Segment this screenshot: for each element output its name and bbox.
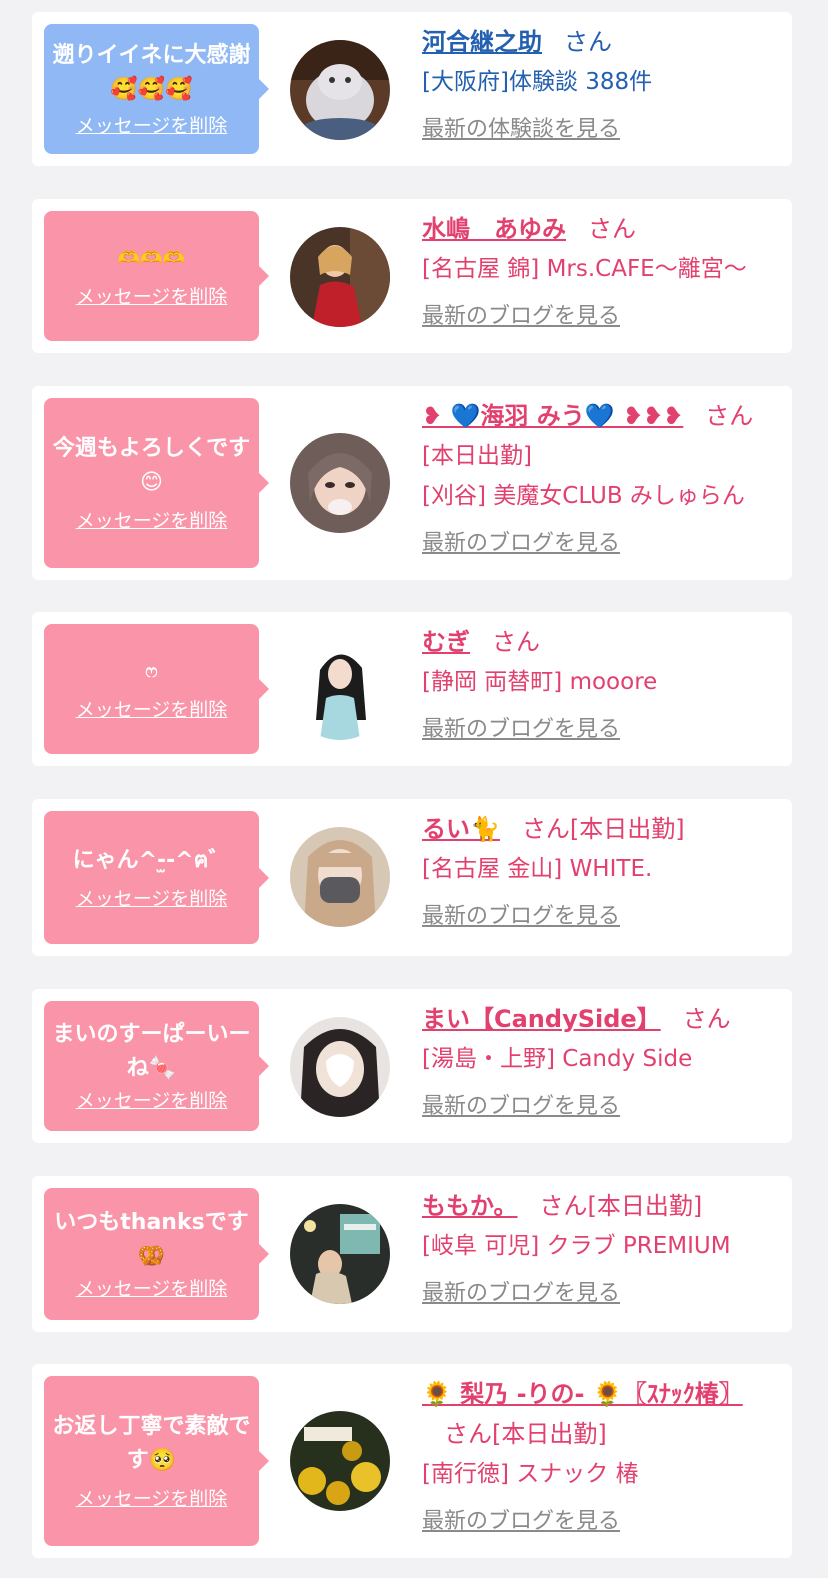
message-text: まいのすーぱーいーね🍬 <box>52 1022 251 1081</box>
message-text: 遡りイイネに大感謝🥰🥰🥰 <box>52 43 251 102</box>
user-detail: [名古屋 金山] WHITE. <box>422 856 653 882</box>
user-info: 🌻 梨乃 -りの- 🌻〖ｽﾅｯｸ椿〗さん[本日出勤] [南行徳] スナック 椿 … <box>422 1374 782 1542</box>
message-text: にゃん^-̫-^ฅ゛ <box>72 847 231 873</box>
user-name-link[interactable]: るい🐈 <box>422 815 500 843</box>
honorific: さん <box>682 1005 731 1033</box>
message-bubble: ෆ メッセージを削除 <box>44 624 269 754</box>
message-text: お返し丁寧で素敵です🥺 <box>52 1414 251 1473</box>
user-name-link[interactable]: 🌻 梨乃 -りの- 🌻〖ｽﾅｯｸ椿〗 <box>422 1380 743 1408</box>
avatar-image <box>290 40 390 140</box>
avatar-image <box>290 1411 390 1511</box>
delete-message-link[interactable]: メッセージを削除 <box>76 697 228 723</box>
user-name-link[interactable]: ❥ 💙海羽 みう💙 ❥❥❥ <box>422 402 683 430</box>
latest-link[interactable]: 最新のブログを見る <box>422 1502 782 1542</box>
user-detail: [静岡 両替町] mooore <box>422 669 658 695</box>
user-detail: [岐阜 可児] クラブ PREMIUM <box>422 1233 731 1259</box>
user-name-link[interactable]: ももか。 <box>422 1192 518 1220</box>
avatar-image <box>290 433 390 533</box>
avatar[interactable] <box>290 640 390 740</box>
message-bubble: 遡りイイネに大感謝🥰🥰🥰 メッセージを削除 <box>44 24 269 154</box>
message-card: いつもthanksです🥨 メッセージを削除 ももか。 さん[本日出勤] [岐阜 可… <box>32 1176 792 1332</box>
user-detail: [大阪府]体験談 388件 <box>422 69 653 95</box>
avatar[interactable] <box>290 1017 390 1117</box>
user-detail: [湯島・上野] Candy Side <box>422 1046 693 1072</box>
message-card: 今週もよろしくです😊 メッセージを削除 ❥ 💙海羽 みう💙 ❥❥❥ さん [本日出… <box>32 386 792 580</box>
honorific: さん[本日出勤] <box>444 1420 607 1448</box>
delete-message-link[interactable]: メッセージを削除 <box>76 113 228 139</box>
user-detail: [刈谷] 美魔女CLUB みしゅらん <box>422 483 745 509</box>
user-name-link[interactable]: 河合継之助 <box>422 28 542 56</box>
honorific: さん[本日出勤] <box>539 1192 703 1220</box>
avatar-image <box>290 1204 390 1304</box>
delete-message-link[interactable]: メッセージを削除 <box>76 284 228 310</box>
message-bubble: お返し丁寧で素敵です🥺 メッセージを削除 <box>44 1376 269 1546</box>
message-text: いつもthanksです🥨 <box>54 1210 249 1269</box>
delete-message-link[interactable]: メッセージを削除 <box>76 886 228 912</box>
avatar-image <box>290 1017 390 1117</box>
message-bubble: まいのすーぱーいーね🍬 メッセージを削除 <box>44 1001 269 1131</box>
avatar[interactable] <box>290 1204 390 1304</box>
honorific: さん <box>588 215 636 243</box>
delete-message-link[interactable]: メッセージを削除 <box>76 1276 228 1302</box>
user-info: ももか。 さん[本日出勤] [岐阜 可児] クラブ PREMIUM 最新のブログを… <box>422 1186 782 1314</box>
latest-link[interactable]: 最新の体験談を見る <box>422 110 782 150</box>
user-info: るい🐈 さん[本日出勤] [名古屋 金山] WHITE. 最新のブログを見る <box>422 809 782 937</box>
message-bubble: にゃん^-̫-^ฅ゛ メッセージを削除 <box>44 811 269 944</box>
latest-link[interactable]: 最新のブログを見る <box>422 524 782 564</box>
latest-link[interactable]: 最新のブログを見る <box>422 1087 782 1127</box>
user-info: むぎ さん [静岡 両替町] mooore 最新のブログを見る <box>422 622 782 750</box>
avatar[interactable] <box>290 227 390 327</box>
user-info: 河合継之助 さん [大阪府]体験談 388件 最新の体験談を見る <box>422 22 782 150</box>
message-bubble: いつもthanksです🥨 メッセージを削除 <box>44 1188 269 1320</box>
latest-link[interactable]: 最新のブログを見る <box>422 1274 782 1314</box>
message-text: 今週もよろしくです😊 <box>52 436 251 495</box>
message-card: 🫶🫶🫶 メッセージを削除 水嶋 あゆみ さん [名古屋 錦] Mrs.CAFE〜離… <box>32 199 792 353</box>
user-name-link[interactable]: 水嶋 あゆみ <box>422 215 566 243</box>
message-text: ෆ <box>145 661 158 682</box>
avatar-image <box>290 640 390 740</box>
latest-link[interactable]: 最新のブログを見る <box>422 897 782 937</box>
latest-link[interactable]: 最新のブログを見る <box>422 297 782 337</box>
message-card: ෆ メッセージを削除 むぎ さん [静岡 両替町] mooore 最新のブログを見… <box>32 612 792 766</box>
avatar-image <box>290 227 390 327</box>
avatar[interactable] <box>290 40 390 140</box>
honorific: さん[本日出勤] <box>521 815 685 843</box>
honorific: さん <box>492 628 540 656</box>
message-bubble: 🫶🫶🫶 メッセージを削除 <box>44 211 269 341</box>
user-info: ❥ 💙海羽 みう💙 ❥❥❥ さん [本日出勤] [刈谷] 美魔女CLUB みしゅら… <box>422 396 782 564</box>
user-detail: [名古屋 錦] Mrs.CAFE〜離宮〜 <box>422 256 747 282</box>
message-card: にゃん^-̫-^ฅ゛ メッセージを削除 るい🐈 さん[本日出勤] [名古屋 金山]… <box>32 799 792 956</box>
latest-link[interactable]: 最新のブログを見る <box>422 710 782 750</box>
avatar-image <box>290 827 390 927</box>
user-name-link[interactable]: まい【CandySide】 <box>422 1005 661 1033</box>
delete-message-link[interactable]: メッセージを削除 <box>76 1486 228 1512</box>
message-card: 遡りイイネに大感謝🥰🥰🥰 メッセージを削除 河合継之助 さん [大阪府]体験談 3… <box>32 12 792 166</box>
user-detail: [南行徳] スナック 椿 <box>422 1461 639 1487</box>
work-status: [本日出勤] <box>422 443 532 469</box>
honorific: さん <box>564 28 612 56</box>
delete-message-link[interactable]: メッセージを削除 <box>76 508 228 534</box>
message-bubble: 今週もよろしくです😊 メッセージを削除 <box>44 398 269 568</box>
avatar[interactable] <box>290 433 390 533</box>
user-info: 水嶋 あゆみ さん [名古屋 錦] Mrs.CAFE〜離宮〜 最新のブログを見る <box>422 209 782 337</box>
avatar[interactable] <box>290 827 390 927</box>
honorific: さん <box>705 402 754 430</box>
delete-message-link[interactable]: メッセージを削除 <box>76 1088 228 1114</box>
message-card: お返し丁寧で素敵です🥺 メッセージを削除 🌻 梨乃 -りの- 🌻〖ｽﾅｯｸ椿〗さ… <box>32 1364 792 1558</box>
message-card: まいのすーぱーいーね🍬 メッセージを削除 まい【CandySide】 さん [湯島… <box>32 989 792 1143</box>
avatar[interactable] <box>290 1411 390 1511</box>
user-name-link[interactable]: むぎ <box>422 628 470 656</box>
message-text: 🫶🫶🫶 <box>117 248 186 269</box>
user-info: まい【CandySide】 さん [湯島・上野] Candy Side 最新のブロ… <box>422 999 782 1127</box>
